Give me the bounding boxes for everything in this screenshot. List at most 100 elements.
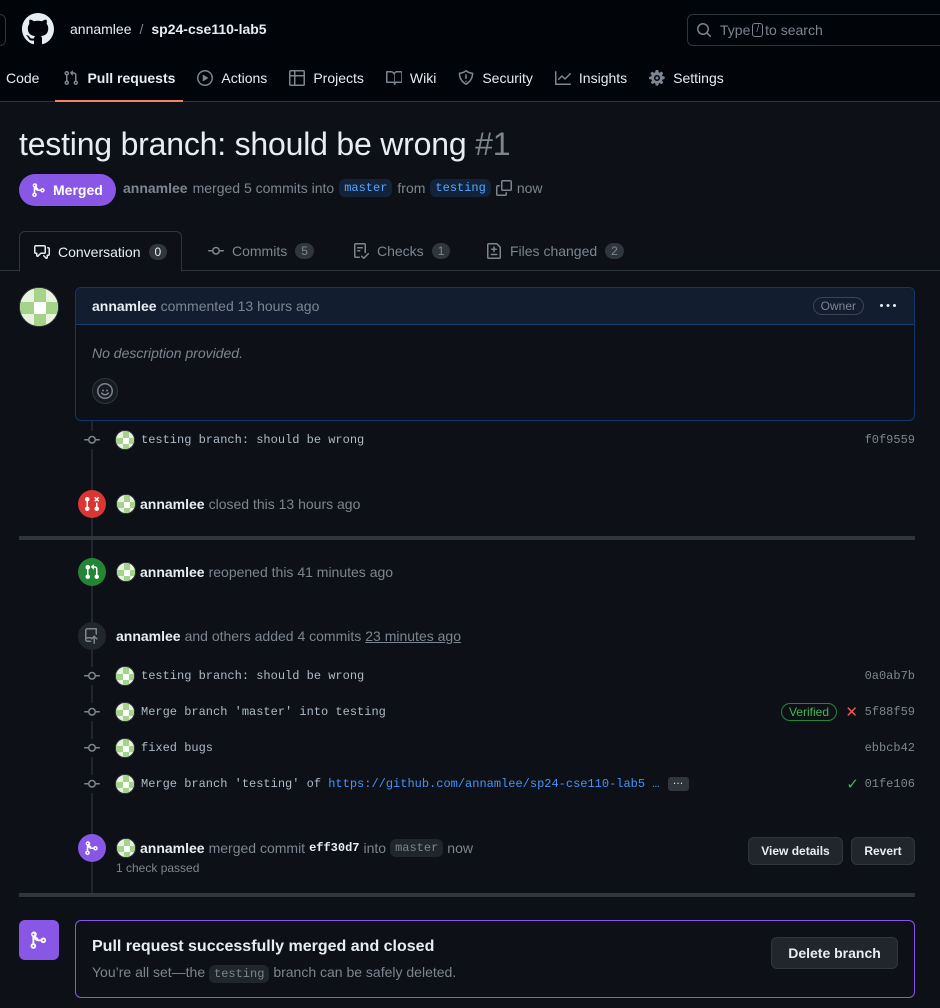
expand-message-button[interactable]: …	[667, 776, 689, 791]
event-text: closed this 13 hours ago	[208, 496, 361, 512]
avatar[interactable]	[115, 666, 135, 686]
commit-sha[interactable]: 0a0ab7b	[865, 669, 915, 683]
search-shortcut-key: /	[752, 23, 764, 37]
git-commit-icon	[83, 431, 101, 449]
merged-event: annamlee merged commit eff30d7 into mast…	[78, 834, 473, 862]
check-icon[interactable]: ✓	[846, 775, 859, 793]
pr-meta: annamlee merged 5 commits into master fr…	[123, 179, 543, 197]
search-placeholder-prefix: Type	[720, 22, 751, 38]
owner-label: Owner	[812, 297, 864, 315]
top-header: annamlee / sp24-cse110-lab5 Type / to se…	[0, 0, 940, 102]
comment-discussion-icon	[34, 244, 50, 260]
commit-sha[interactable]: 01fe106	[865, 777, 915, 791]
commit-message[interactable]: testing branch: should be wrong	[141, 669, 364, 683]
commit-message[interactable]: fixed bugs	[141, 741, 213, 755]
tab-conversation-count: 0	[148, 243, 168, 260]
delete-branch-button[interactable]: Delete branch	[771, 937, 898, 969]
tab-checks-label: Checks	[377, 243, 424, 259]
search-input[interactable]: Type / to search	[687, 14, 940, 46]
timeline-divider	[19, 893, 915, 897]
git-pull-request-closed-icon	[78, 490, 106, 518]
tab-conversation[interactable]: Conversation 0	[19, 231, 183, 272]
verified-badge[interactable]: Verified	[780, 703, 837, 721]
play-icon	[197, 70, 214, 86]
copy-icon[interactable]	[495, 180, 512, 196]
kebab-horizontal-icon[interactable]	[880, 298, 896, 314]
event-time-link[interactable]: 23 minutes ago	[365, 628, 461, 644]
nav-code[interactable]: Code	[0, 58, 47, 98]
avatar[interactable]	[116, 838, 136, 858]
list-item: testing branch: should be wrong f0f9559	[83, 428, 915, 452]
commit-message[interactable]: testing branch: should be wrong	[141, 433, 364, 447]
book-icon	[385, 70, 402, 86]
nav-insights[interactable]: Insights	[547, 58, 635, 98]
nav-pull-requests-label: Pull requests	[87, 70, 176, 86]
breadcrumb-owner[interactable]: annamlee	[70, 21, 132, 37]
commit-message-prefix: Merge branch 'testing' of	[141, 777, 322, 791]
event-user[interactable]: annamlee	[140, 496, 205, 512]
nav-actions-label: Actions	[221, 70, 268, 86]
commit-sha[interactable]: 5f88f59	[865, 705, 915, 719]
comment-author[interactable]: annamlee	[92, 298, 157, 314]
head-branch[interactable]: testing	[430, 179, 491, 197]
merge-commit-sha[interactable]: eff30d7	[309, 841, 359, 855]
pr-merged-text: merged 5 commits into	[192, 180, 335, 196]
tab-files-changed[interactable]: Files changed 2	[486, 231, 624, 271]
revert-button[interactable]: Revert	[851, 837, 915, 865]
github-logo-icon[interactable]	[22, 13, 54, 45]
nav-security-label: Security	[482, 70, 533, 86]
comment-action[interactable]: commented 13 hours ago	[161, 298, 320, 314]
shield-icon	[458, 70, 474, 86]
base-branch[interactable]: master	[339, 179, 393, 197]
avatar[interactable]	[115, 702, 135, 722]
avatar[interactable]	[115, 738, 135, 758]
git-commit-icon	[83, 703, 101, 721]
nav-security[interactable]: Security	[450, 58, 541, 98]
checklist-icon	[353, 243, 369, 259]
tab-commits[interactable]: Commits 5	[208, 231, 314, 271]
avatar[interactable]	[19, 287, 59, 327]
commit-sha[interactable]: ebbcb42	[865, 741, 915, 755]
nav-settings[interactable]: Settings	[641, 58, 732, 98]
git-merge-icon	[31, 182, 47, 198]
event-text: reopened this 41 minutes ago	[208, 564, 394, 580]
merge-sub-suffix: branch can be safely deleted.	[273, 964, 457, 980]
event-user[interactable]: annamlee	[140, 564, 205, 580]
git-pull-request-icon	[63, 70, 79, 86]
view-details-button[interactable]: View details	[748, 837, 843, 865]
nav-projects-label: Projects	[313, 70, 364, 86]
avatar[interactable]	[115, 430, 135, 450]
menu-button[interactable]	[0, 14, 6, 46]
breadcrumb-repo[interactable]: sp24-cse110-lab5	[151, 21, 266, 37]
table-icon	[289, 70, 306, 86]
nav-wiki[interactable]: Wiki	[378, 58, 444, 98]
search-icon	[696, 22, 712, 38]
commit-sha[interactable]: f0f9559	[865, 433, 915, 447]
status-badge-label: Merged	[53, 182, 103, 198]
pr-author[interactable]: annamlee	[123, 180, 188, 196]
avatar[interactable]	[115, 774, 135, 794]
tab-checks[interactable]: Checks 1	[353, 231, 451, 271]
list-item: Merge branch 'master' into testing Verif…	[83, 700, 915, 724]
event-into-text: into	[363, 840, 387, 856]
nav-projects[interactable]: Projects	[281, 58, 372, 98]
commit-message[interactable]: Merge branch 'testing' of https://github…	[141, 777, 660, 791]
event-time: now	[447, 840, 473, 856]
git-pull-request-icon	[78, 558, 106, 586]
commit-link[interactable]: https://github.com/annamlee/sp24-cse110-…	[328, 777, 659, 791]
event-user[interactable]: annamlee	[140, 840, 205, 856]
event-text: merged commit	[208, 840, 306, 856]
smiley-icon[interactable]	[92, 378, 118, 404]
nav-pull-requests[interactable]: Pull requests	[55, 58, 184, 102]
x-icon[interactable]: ✕	[845, 703, 858, 721]
merge-target-branch[interactable]: master	[390, 839, 444, 857]
event-user[interactable]: annamlee	[116, 628, 181, 644]
nav-wiki-label: Wiki	[409, 70, 437, 86]
avatar[interactable]	[116, 562, 136, 582]
list-item: fixed bugs ebbcb42	[83, 736, 915, 760]
commit-message[interactable]: Merge branch 'master' into testing	[141, 705, 386, 719]
timeline-divider	[19, 536, 915, 540]
avatar[interactable]	[116, 494, 136, 514]
nav-actions[interactable]: Actions	[189, 58, 275, 98]
comment-header: annamlee commented 13 hours ago Owner	[76, 288, 914, 325]
